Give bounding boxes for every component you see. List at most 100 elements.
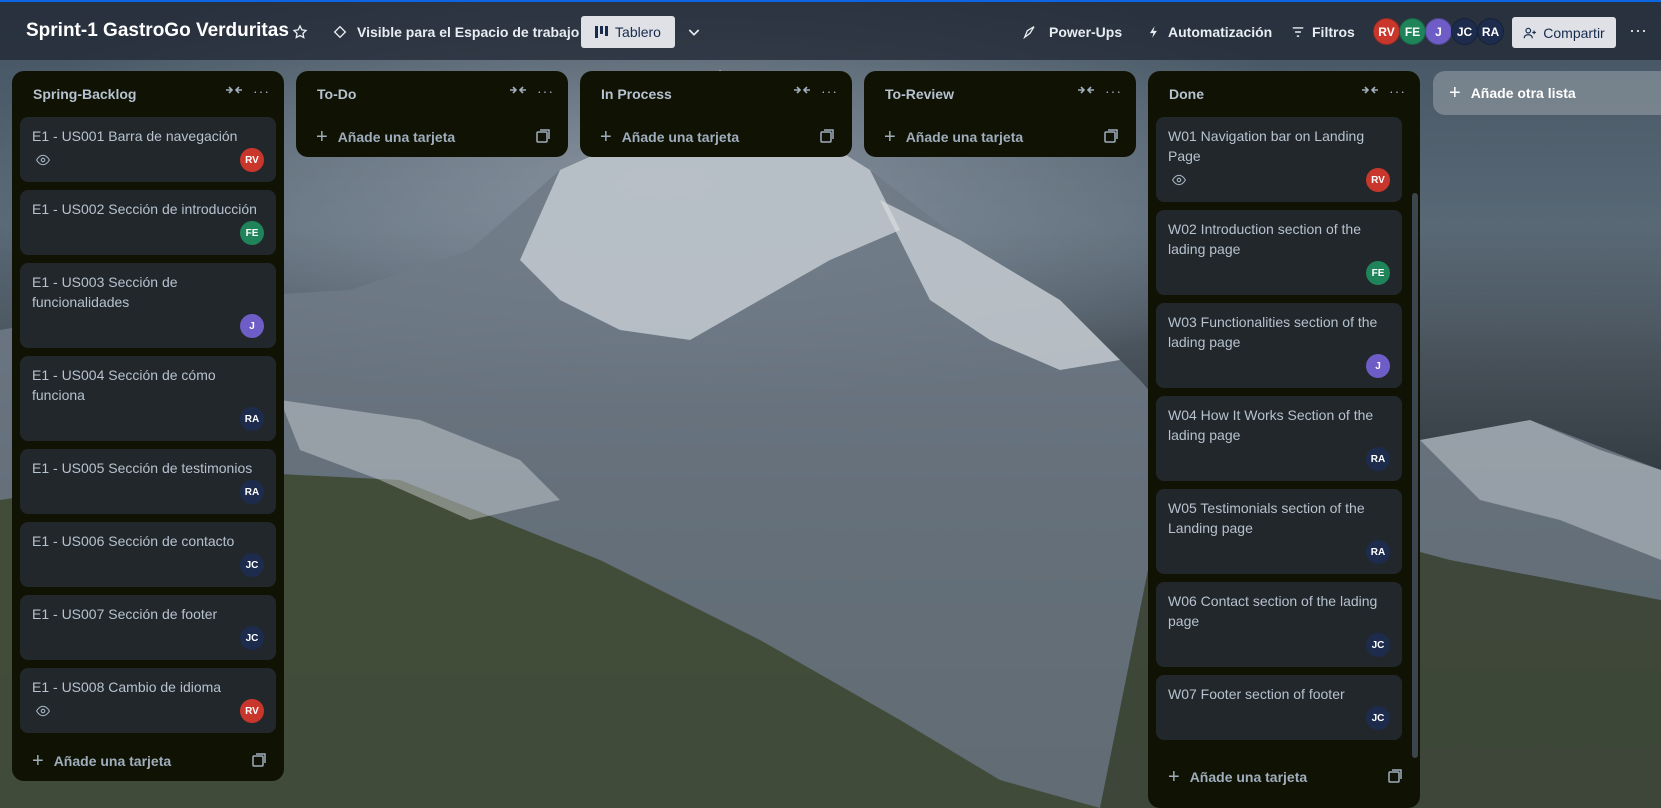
card-template-icon[interactable] (1388, 769, 1402, 786)
add-card-label: Añade una tarjeta (905, 129, 1024, 145)
card-member-avatar[interactable]: RV (240, 699, 264, 723)
card-title: W04 How It Works Section of the lading p… (1168, 407, 1374, 443)
plus-icon: + (600, 125, 612, 148)
card-member-avatar[interactable]: JC (240, 553, 264, 577)
list-title[interactable]: To-Review (885, 86, 954, 102)
member-avatar[interactable]: J (1425, 18, 1452, 45)
chevron-down-icon[interactable] (684, 22, 704, 42)
add-card-label: Añade una tarjeta (1189, 769, 1308, 785)
automation-button[interactable]: Automatización (1168, 24, 1272, 40)
collapse-list-icon[interactable] (1077, 83, 1095, 99)
card-title: E1 - US007 Sección de footer (32, 606, 218, 622)
board-view-label: Tablero (615, 24, 661, 40)
list-menu-icon[interactable]: ··· (821, 83, 838, 99)
card[interactable]: W03 Functionalities section of the ladin… (1156, 303, 1402, 388)
powerups-button[interactable]: Power-Ups (1049, 24, 1122, 40)
card[interactable]: W06 Contact section of the lading page JC (1156, 582, 1402, 667)
board-view-icon (595, 26, 609, 38)
list-menu-icon[interactable]: ··· (253, 83, 270, 99)
filters-button[interactable]: Filtros (1312, 24, 1355, 40)
more-icon[interactable]: ··· (1628, 20, 1648, 40)
card-title: E1 - US005 Sección de testimonios (32, 460, 253, 476)
card[interactable]: E1 - US006 Sección de contacto JC (20, 522, 276, 587)
list-scrollbar[interactable] (1412, 193, 1418, 758)
list-menu-icon[interactable]: ··· (1105, 83, 1122, 99)
card-member-avatar[interactable]: RV (240, 148, 264, 172)
add-card-label: Añade una tarjeta (337, 129, 456, 145)
list-menu-icon[interactable]: ··· (1389, 83, 1406, 99)
list-column: Spring-Backlog ··· E1 - US001 Barra de nav… (12, 71, 284, 781)
card-member-avatar[interactable]: FE (1366, 261, 1390, 285)
list-menu-icon[interactable]: ··· (537, 83, 554, 99)
add-card-button[interactable]: + Añade una tarjeta (872, 117, 1128, 157)
card-member-avatar[interactable]: JC (1366, 706, 1390, 730)
add-list-button[interactable]: + Añade otra lista (1433, 71, 1661, 115)
collapse-list-icon[interactable] (509, 83, 527, 99)
card-template-icon[interactable] (1104, 129, 1118, 146)
list-column: To-Do ··· + Añade una tarjeta (296, 71, 568, 157)
card[interactable]: W07 Footer section of footer JC (1156, 675, 1402, 740)
plus-icon: + (1449, 81, 1461, 104)
share-button[interactable]: Compartir (1512, 17, 1616, 48)
card-member-avatar[interactable]: RV (1366, 168, 1390, 192)
card[interactable]: E1 - US004 Sección de cómo funciona RA (20, 356, 276, 441)
card[interactable]: E1 - US001 Barra de navegación RV (20, 117, 276, 182)
star-icon[interactable] (290, 22, 310, 42)
card[interactable]: W04 How It Works Section of the lading p… (1156, 396, 1402, 481)
card[interactable]: E1 - US002 Sección de introducción FE (20, 190, 276, 255)
list-title[interactable]: In Process (601, 86, 672, 102)
add-card-button[interactable]: + Añade una tarjeta (304, 117, 560, 157)
add-card-button[interactable]: + Añade una tarjeta (588, 117, 844, 157)
card-member-avatar[interactable]: J (240, 314, 264, 338)
card-member-avatar[interactable]: RA (1366, 447, 1390, 471)
card-title: E1 - US006 Sección de contacto (32, 533, 235, 549)
card-title: W07 Footer section of footer (1168, 686, 1345, 702)
card-member-avatar[interactable]: RA (240, 480, 264, 504)
card-list: W01 Navigation bar on Landing Page RV W02 … (1156, 117, 1412, 757)
member-avatar[interactable]: RA (1477, 18, 1504, 45)
collapse-list-icon[interactable] (225, 83, 243, 99)
add-card-button[interactable]: + Añade una tarjeta (20, 741, 276, 781)
card-title: W03 Functionalities section of the ladin… (1168, 314, 1378, 350)
list-header: In Process ··· (588, 71, 844, 117)
card-member-avatar[interactable]: J (1366, 354, 1390, 378)
board-members[interactable]: RV FE J JC RA (1373, 18, 1504, 45)
collapse-list-icon[interactable] (793, 83, 811, 99)
list-title[interactable]: Done (1169, 86, 1204, 102)
card-member-avatar[interactable]: RA (1366, 540, 1390, 564)
card-title: W01 Navigation bar on Landing Page (1168, 128, 1365, 164)
board-title[interactable]: Sprint-1 GastroGo Verduritas (26, 20, 289, 42)
list-title[interactable]: To-Do (317, 86, 356, 102)
card[interactable]: E1 - US005 Sección de testimonios RA (20, 449, 276, 514)
visibility-button[interactable]: Visible para el Espacio de trabajo (357, 24, 579, 40)
share-label: Compartir (1543, 24, 1605, 41)
member-avatar[interactable]: RV (1373, 18, 1400, 45)
card-member-avatar[interactable]: JC (240, 626, 264, 650)
card-member-avatar[interactable]: RA (240, 407, 264, 431)
member-avatar[interactable]: JC (1451, 18, 1478, 45)
collapse-list-icon[interactable] (1361, 83, 1379, 99)
card[interactable]: E1 - US008 Cambio de idioma RV (20, 668, 276, 733)
card-template-icon[interactable] (536, 129, 550, 146)
card[interactable]: W05 Testimonials section of the Landing … (1156, 489, 1402, 574)
card[interactable]: E1 - US003 Sección de funcionalidades J (20, 263, 276, 348)
watching-icon (35, 704, 51, 722)
list-title[interactable]: Spring-Backlog (33, 86, 136, 102)
add-card-button[interactable]: + Añade una tarjeta (1156, 757, 1412, 797)
list-header: To-Do ··· (304, 71, 560, 117)
card-template-icon[interactable] (252, 753, 266, 770)
board-view-button[interactable]: Tablero (581, 16, 675, 48)
card-title: E1 - US003 Sección de funcionalidades (32, 274, 178, 310)
card-template-icon[interactable] (820, 129, 834, 146)
list-header: Done ··· (1156, 71, 1412, 117)
card-title: W05 Testimonials section of the Landing … (1168, 500, 1365, 536)
card-title: E1 - US001 Barra de navegación (32, 128, 238, 144)
card[interactable]: E1 - US007 Sección de footer JC (20, 595, 276, 660)
card-member-avatar[interactable]: JC (1366, 633, 1390, 657)
card-member-avatar[interactable]: FE (240, 221, 264, 245)
card[interactable]: W02 Introduction section of the lading p… (1156, 210, 1402, 295)
member-avatar[interactable]: FE (1399, 18, 1426, 45)
card-title: W06 Contact section of the lading page (1168, 593, 1378, 629)
card[interactable]: W01 Navigation bar on Landing Page RV (1156, 117, 1402, 202)
workspace-visibility-icon (330, 22, 350, 42)
